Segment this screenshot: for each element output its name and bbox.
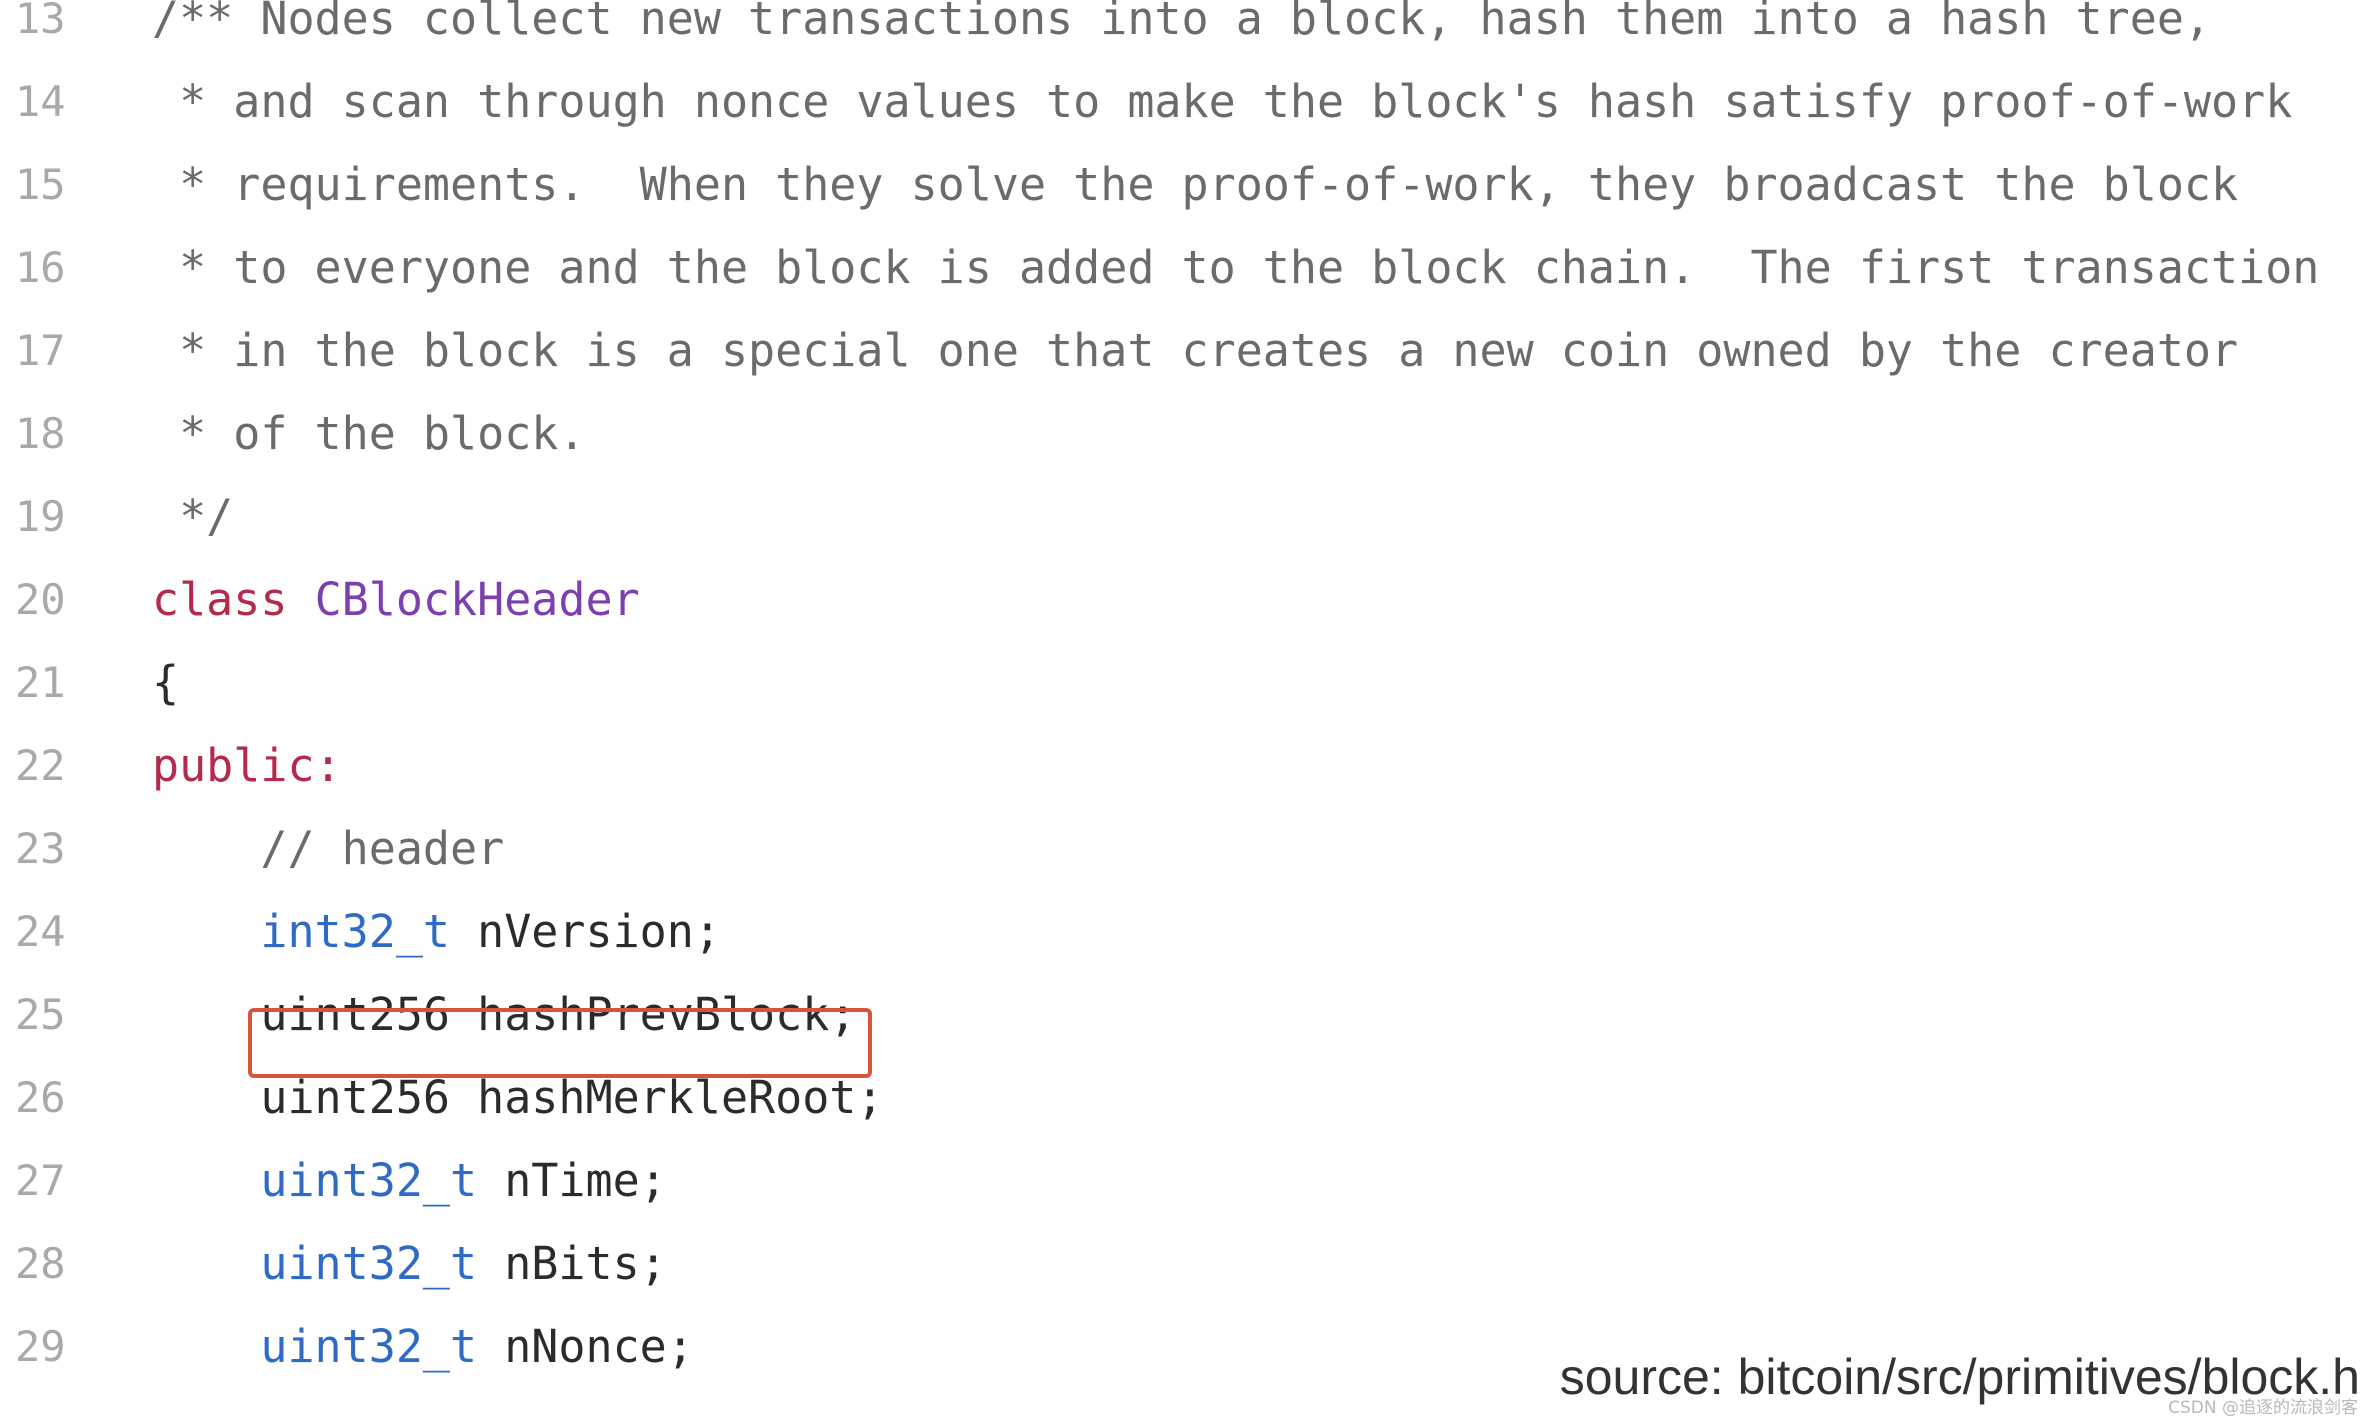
line-code: * in the block is a special one that cre… [152,309,2238,392]
line-number: 16 [15,243,66,292]
code-line: 22 public: [0,724,2368,807]
code-token: nNonce; [477,1320,694,1373]
code-token: */ [152,490,234,543]
line-number: 23 [15,824,66,873]
code-token: * and scan through nonce values to make … [152,75,2293,128]
line-number: 19 [15,492,66,541]
code-line: 18 * of the block. [0,392,2368,475]
code-token: CBlockHeader [314,573,640,626]
line-code: */ [152,475,233,558]
code-token: uint256 hashMerkleRoot; [152,1071,884,1124]
code-token: { [152,656,180,709]
code-token: // header [152,822,505,875]
code-line: 27 uint32_t nTime; [0,1139,2368,1222]
watermark: CSDN @追逐的流浪剑客 [2168,1398,2358,1418]
code-line: 16 * to everyone and the block is added … [0,226,2368,309]
code-line: 14 * and scan through nonce values to ma… [0,60,2368,143]
line-number: 13 [15,0,66,43]
code-line: 21 { [0,641,2368,724]
line-code: /** Nodes collect new transactions into … [152,0,2211,60]
line-code: uint32_t nNonce; [152,1305,694,1388]
code-token: * in the block is a special one that cre… [152,324,2239,377]
highlight-box [248,1008,872,1078]
code-token: nBits; [477,1237,667,1290]
code-token: /** Nodes collect new transactions into … [152,0,2212,45]
line-code: public: [152,724,342,807]
line-code: * to everyone and the block is added to … [152,226,2319,309]
line-number: 29 [15,1322,66,1371]
line-code: * and scan through nonce values to make … [152,60,2292,143]
line-code: uint32_t nBits; [152,1222,667,1305]
code-token: nVersion; [450,905,721,958]
code-token: nTime; [477,1154,667,1207]
line-number: 28 [15,1239,66,1288]
code-line: 17 * in the block is a special one that … [0,309,2368,392]
code-token: class [152,573,288,626]
line-number: 26 [15,1073,66,1122]
line-code: uint32_t nTime; [152,1139,667,1222]
code-view: 13 /** Nodes collect new transactions int… [0,0,2368,1424]
line-number: 20 [15,575,66,624]
line-number: 25 [15,990,66,1039]
line-code: // header [152,807,504,890]
line-code: class CBlockHeader [152,558,640,641]
line-code: int32_t nVersion; [152,890,721,973]
code-line: 23 // header [0,807,2368,890]
line-number: 14 [15,77,66,126]
code-token: int32_t [260,905,451,958]
code-line: 20 class CBlockHeader [0,558,2368,641]
code-line: 19 */ [0,475,2368,558]
code-line: 13 /** Nodes collect new transactions int… [0,0,2368,60]
code-token: public: [152,739,342,792]
line-code: * of the block. [152,392,585,475]
line-number: 17 [15,326,66,375]
code-line: 28 uint32_t nBits; [0,1222,2368,1305]
line-number: 24 [15,907,66,956]
line-code: { [152,641,179,724]
code-token: * to everyone and the block is added to … [152,241,2320,294]
code-token: * requirements. When they solve the proo… [152,158,2239,211]
code-token: uint32_t [260,1320,478,1373]
line-number: 22 [15,741,66,790]
code-line: 24 int32_t nVersion; [0,890,2368,973]
code-line: 15 * requirements. When they solve the p… [0,143,2368,226]
line-number: 18 [15,409,66,458]
code-token: * of the block. [152,407,586,460]
line-code: * requirements. When they solve the proo… [152,143,2238,226]
line-number: 21 [15,658,66,707]
line-number: 27 [15,1156,66,1205]
line-number: 15 [15,160,66,209]
code-token: uint32_t [260,1237,478,1290]
code-token: uint32_t [260,1154,478,1207]
